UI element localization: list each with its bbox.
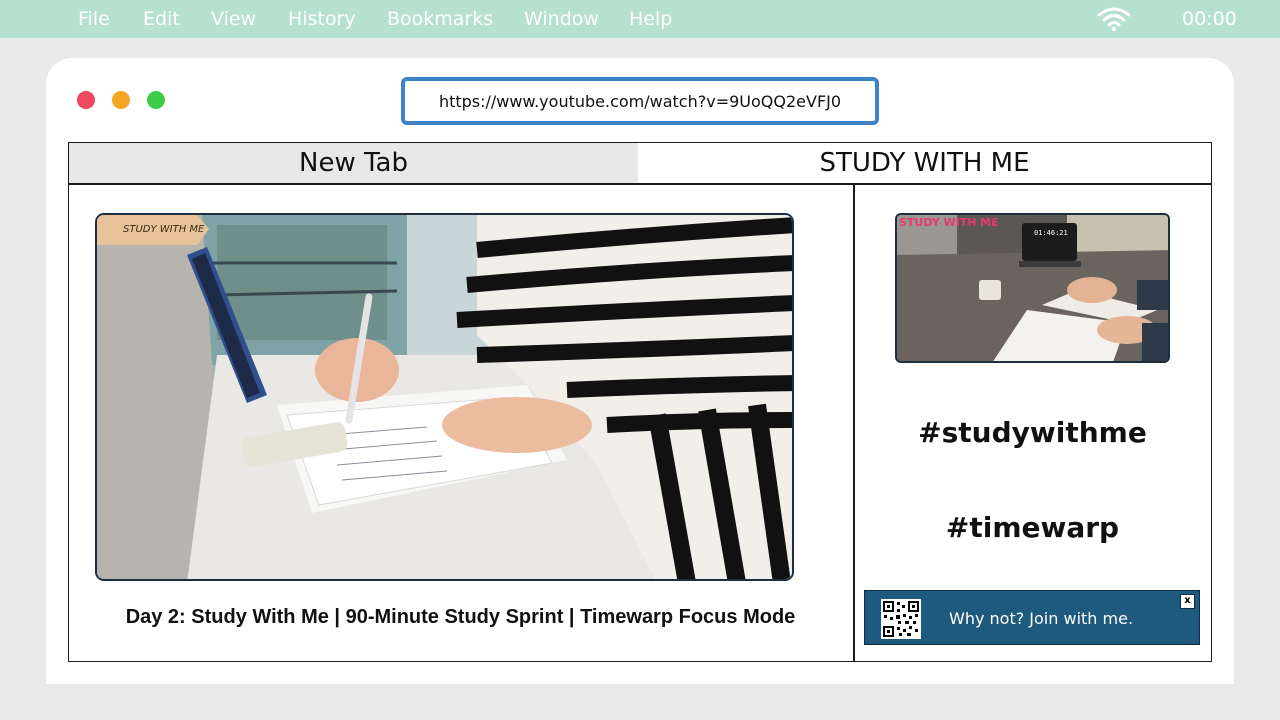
tab-label: STUDY WITH ME [819,148,1030,178]
video-frame-illustration [97,215,792,579]
thumbnail-video[interactable]: STUDY WITH ME 01:46:21 [895,213,1170,363]
hashtag-studywithme[interactable]: #studywithme [855,416,1210,449]
menu-file[interactable]: File [78,8,110,30]
join-banner[interactable]: Why not? Join with me. x [864,590,1200,645]
close-window-button[interactable] [77,91,95,109]
main-video-player[interactable]: STUDY WITH ME [95,213,794,581]
tab-new-tab[interactable]: New Tab [68,142,639,184]
minimize-window-button[interactable] [112,91,130,109]
menu-edit[interactable]: Edit [143,8,180,30]
zoom-window-button[interactable] [147,91,165,109]
menu-clock: 00:00 [1182,8,1237,30]
thumbnail-illustration [897,215,1168,361]
video-badge: STUDY WITH ME [123,224,205,235]
url-bar[interactable]: https://www.youtube.com/watch?v=9UoQQ2eV… [401,77,879,125]
video-title[interactable]: Day 2: Study With Me | 90-Minute Study S… [68,606,853,629]
menu-bookmarks[interactable]: Bookmarks [387,8,493,30]
hashtag-timewarp[interactable]: #timewarp [855,511,1210,544]
thumbnail-badge: STUDY WITH ME [899,216,999,229]
tab-study-with-me[interactable]: STUDY WITH ME [638,142,1212,184]
banner-text: Why not? Join with me. [949,609,1134,628]
wifi-icon[interactable] [1097,6,1131,32]
menu-bar: File Edit View History Bookmarks Window … [0,0,1280,38]
banner-close-button[interactable]: x [1180,594,1195,609]
menu-view[interactable]: View [211,8,256,30]
thumbnail-clock: 01:46:21 [1034,229,1068,237]
url-text: https://www.youtube.com/watch?v=9UoQQ2eV… [438,91,842,111]
menu-window[interactable]: Window [524,8,599,30]
qr-code-icon [881,599,921,639]
menu-help[interactable]: Help [629,8,672,30]
tab-label: New Tab [299,148,408,178]
menu-history[interactable]: History [288,8,356,30]
